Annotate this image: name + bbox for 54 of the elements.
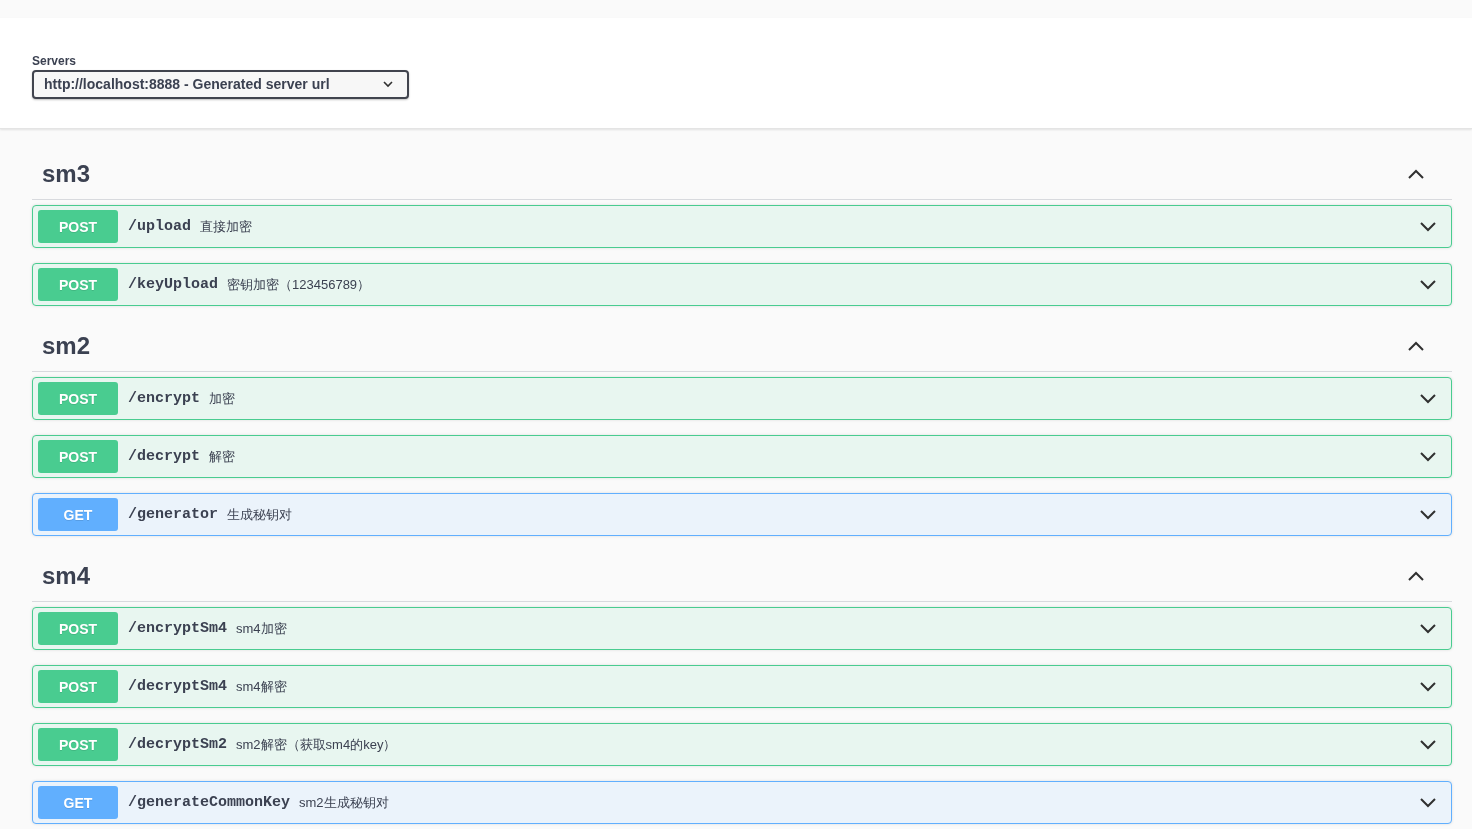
endpoint-summary: 解密 — [209, 447, 235, 466]
endpoint-summary: sm2解密（获取sm4的key） — [236, 735, 397, 754]
servers-label: Servers — [32, 53, 78, 68]
chevron-icon[interactable] — [1419, 796, 1437, 809]
caret-icon — [383, 80, 393, 88]
chevron-icon[interactable] — [1419, 220, 1437, 233]
endpoint-path: /decryptSm2 — [128, 736, 228, 753]
endpoint-path: /encrypt — [128, 390, 200, 407]
endpoint-path: /generator — [128, 506, 218, 523]
endpoint-summary: 直接加密 — [200, 217, 252, 236]
endpoint-summary: 密钥加密（123456789） — [227, 275, 371, 294]
method-label: POST — [38, 268, 118, 301]
endpoint-summary: 生成秘钥对 — [227, 505, 292, 524]
endpoint-summary: sm4解密 — [236, 677, 287, 696]
endpoint-path: /generateCommonKey — [128, 794, 291, 811]
chevron-icon[interactable] — [1407, 570, 1425, 582]
chevron-icon[interactable] — [1407, 168, 1425, 180]
method-label: POST — [38, 440, 118, 473]
operation-row[interactable]: POST /upload 直接加密 — [32, 205, 1452, 248]
method-label: POST — [38, 382, 118, 415]
chevron-icon[interactable] — [1419, 392, 1437, 405]
endpoint-summary: sm2生成秘钥对 — [299, 793, 389, 812]
section-title[interactable]: sm3 — [42, 160, 91, 188]
endpoint-path: /keyUpload — [128, 276, 218, 293]
chevron-icon[interactable] — [1419, 508, 1437, 521]
endpoint-path: /decryptSm4 — [128, 678, 228, 695]
section-title[interactable]: sm2 — [42, 332, 91, 360]
operation-row[interactable]: POST /encrypt 加密 — [32, 377, 1452, 420]
chevron-icon[interactable] — [1407, 340, 1425, 352]
chevron-icon[interactable] — [1419, 680, 1437, 693]
endpoint-path: /decrypt — [128, 448, 200, 465]
operation-row[interactable]: POST /keyUpload 密钥加密（123456789） — [32, 263, 1452, 306]
operation-row[interactable]: GET /generateCommonKey sm2生成秘钥对 — [32, 781, 1452, 824]
chevron-icon[interactable] — [1419, 278, 1437, 291]
chevron-icon[interactable] — [1419, 622, 1437, 635]
method-label: POST — [38, 210, 118, 243]
operation-row[interactable]: GET /generator 生成秘钥对 — [32, 493, 1452, 536]
method-label: GET — [38, 498, 118, 531]
chevron-icon[interactable] — [1419, 450, 1437, 463]
method-label: POST — [38, 670, 118, 703]
operation-row[interactable]: POST /decryptSm2 sm2解密（获取sm4的key） — [32, 723, 1452, 766]
endpoint-summary: 加密 — [209, 389, 235, 408]
operation-row[interactable]: POST /decrypt 解密 — [32, 435, 1452, 478]
method-label: GET — [38, 786, 118, 819]
section-title[interactable]: sm4 — [42, 562, 91, 590]
endpoint-path: /upload — [128, 218, 191, 235]
chevron-icon[interactable] — [1419, 738, 1437, 751]
method-label: POST — [38, 612, 118, 645]
server-dropdown[interactable]: http://localhost:8888 - Generated server url — [32, 69, 409, 99]
operation-row[interactable]: POST /encryptSm4 sm4加密 — [32, 607, 1452, 650]
endpoint-path: /encryptSm4 — [128, 620, 228, 637]
endpoint-summary: sm4加密 — [236, 619, 287, 638]
operation-row[interactable]: POST /decryptSm4 sm4解密 — [32, 665, 1452, 708]
method-label: POST — [38, 728, 118, 761]
